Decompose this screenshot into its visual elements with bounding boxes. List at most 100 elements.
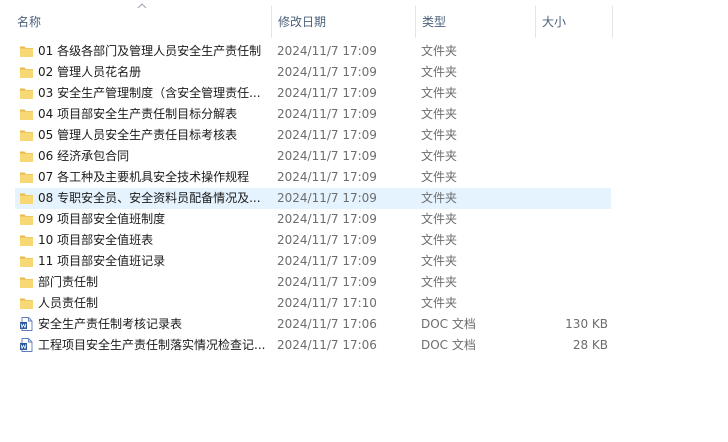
file-type: DOC 文档: [421, 317, 476, 331]
file-size: 28 KB: [572, 338, 608, 352]
file-row[interactable]: 人员责任制 2024/11/7 17:10 文件夹: [15, 293, 611, 314]
file-name: 10 项目部安全值班表: [38, 233, 154, 247]
file-row[interactable]: 07 各工种及主要机具安全技术操作规程 2024/11/7 17:09 文件夹: [15, 167, 611, 188]
folder-icon: [20, 277, 33, 288]
word-doc-icon: [20, 338, 33, 352]
file-size: [535, 83, 608, 104]
file-modified-date: 2024/11/7 17:09: [277, 233, 377, 247]
column-header-bar: 名称 修改日期 类型 大小: [0, 0, 728, 40]
file-size: 130 KB: [565, 317, 608, 331]
file-name: 04 项目部安全生产责任制目标分解表: [38, 107, 238, 121]
folder-icon: [20, 88, 33, 99]
file-type: 文件夹: [421, 275, 458, 289]
file-name: 06 经济承包合同: [38, 149, 130, 163]
column-divider[interactable]: [271, 6, 272, 38]
file-type: 文件夹: [421, 86, 458, 100]
file-modified-date: 2024/11/7 17:09: [277, 149, 377, 163]
column-header-name[interactable]: 名称: [17, 0, 41, 40]
file-modified-date: 2024/11/7 17:06: [277, 338, 377, 352]
folder-icon: [20, 46, 33, 57]
word-doc-icon: [20, 317, 33, 331]
file-modified-date: 2024/11/7 17:09: [277, 86, 377, 100]
column-divider[interactable]: [535, 6, 536, 38]
column-header-size[interactable]: 大小: [542, 0, 566, 40]
file-name: 05 管理人员安全生产责任目标考核表: [38, 128, 238, 142]
folder-icon: [20, 193, 33, 204]
file-size: [535, 104, 608, 125]
file-type: 文件夹: [421, 233, 458, 247]
folder-icon: [20, 151, 33, 162]
file-row[interactable]: 06 经济承包合同 2024/11/7 17:09 文件夹: [15, 146, 611, 167]
file-type: 文件夹: [421, 107, 458, 121]
folder-icon: [20, 235, 33, 246]
column-divider[interactable]: [612, 6, 613, 38]
file-size: [535, 188, 608, 209]
file-size: [535, 146, 608, 167]
file-name: 人员责任制: [38, 296, 99, 310]
file-name: 02 管理人员花名册: [38, 65, 142, 79]
file-type: 文件夹: [421, 149, 458, 163]
file-size: [535, 230, 608, 251]
file-type: 文件夹: [421, 254, 458, 268]
folder-icon: [20, 298, 33, 309]
file-name: 11 项目部安全值班记录: [38, 254, 166, 268]
file-modified-date: 2024/11/7 17:09: [277, 212, 377, 226]
folder-icon: [20, 67, 33, 78]
file-row[interactable]: 工程项目安全生产责任制落实情况检查记... 2024/11/7 17:06 DOC …: [15, 335, 611, 356]
file-name: 安全生产责任制考核记录表: [38, 317, 183, 331]
file-row[interactable]: 03 安全生产管理制度（含安全管理责任... 2024/11/7 17:09 文件夹: [15, 83, 611, 104]
file-type: 文件夹: [421, 191, 458, 205]
file-type: 文件夹: [421, 65, 458, 79]
file-name: 03 安全生产管理制度（含安全管理责任...: [38, 86, 261, 100]
file-size: [535, 209, 608, 230]
file-modified-date: 2024/11/7 17:09: [277, 275, 377, 289]
file-modified-date: 2024/11/7 17:09: [277, 44, 377, 58]
file-size: [535, 167, 608, 188]
file-name: 01 各级各部门及管理人员安全生产责任制: [38, 44, 262, 58]
column-divider[interactable]: [415, 6, 416, 38]
file-type: 文件夹: [421, 170, 458, 184]
column-header-type[interactable]: 类型: [422, 0, 446, 40]
file-name: 08 专职安全员、安全资料员配备情况及...: [38, 191, 261, 205]
file-size: [535, 293, 608, 314]
file-name: 部门责任制: [38, 275, 99, 289]
file-row[interactable]: 05 管理人员安全生产责任目标考核表 2024/11/7 17:09 文件夹: [15, 125, 611, 146]
file-size: [535, 41, 608, 62]
file-row[interactable]: 部门责任制 2024/11/7 17:09 文件夹: [15, 272, 611, 293]
folder-icon: [20, 130, 33, 141]
file-row[interactable]: 10 项目部安全值班表 2024/11/7 17:09 文件夹: [15, 230, 611, 251]
file-modified-date: 2024/11/7 17:09: [277, 107, 377, 121]
file-size: [535, 125, 608, 146]
file-modified-date: 2024/11/7 17:10: [277, 296, 377, 310]
file-row[interactable]: 01 各级各部门及管理人员安全生产责任制 2024/11/7 17:09 文件夹: [15, 41, 611, 62]
folder-icon: [20, 214, 33, 225]
file-row[interactable]: 02 管理人员花名册 2024/11/7 17:09 文件夹: [15, 62, 611, 83]
file-row[interactable]: 04 项目部安全生产责任制目标分解表 2024/11/7 17:09 文件夹: [15, 104, 611, 125]
file-type: DOC 文档: [421, 338, 476, 352]
sort-ascending-icon[interactable]: [137, 2, 147, 10]
file-name: 09 项目部安全值班制度: [38, 212, 166, 226]
file-row[interactable]: 08 专职安全员、安全资料员配备情况及... 2024/11/7 17:09 文件夹: [15, 188, 611, 209]
file-row[interactable]: 09 项目部安全值班制度 2024/11/7 17:09 文件夹: [15, 209, 611, 230]
file-row[interactable]: 安全生产责任制考核记录表 2024/11/7 17:06 DOC 文档 130 KB: [15, 314, 611, 335]
file-type: 文件夹: [421, 296, 458, 310]
file-name: 工程项目安全生产责任制落实情况检查记...: [38, 338, 266, 352]
file-modified-date: 2024/11/7 17:09: [277, 128, 377, 142]
file-modified-date: 2024/11/7 17:09: [277, 65, 377, 79]
file-size: [535, 272, 608, 293]
file-size: [535, 62, 608, 83]
file-name: 07 各工种及主要机具安全技术操作规程: [38, 170, 250, 184]
file-modified-date: 2024/11/7 17:09: [277, 191, 377, 205]
file-size: [535, 251, 608, 272]
file-type: 文件夹: [421, 212, 458, 226]
file-modified-date: 2024/11/7 17:06: [277, 317, 377, 331]
file-modified-date: 2024/11/7 17:09: [277, 170, 377, 184]
folder-icon: [20, 256, 33, 267]
file-modified-date: 2024/11/7 17:09: [277, 254, 377, 268]
column-header-date[interactable]: 修改日期: [278, 0, 326, 40]
folder-icon: [20, 172, 33, 183]
file-row[interactable]: 11 项目部安全值班记录 2024/11/7 17:09 文件夹: [15, 251, 611, 272]
file-type: 文件夹: [421, 128, 458, 142]
folder-icon: [20, 109, 33, 120]
file-type: 文件夹: [421, 44, 458, 58]
